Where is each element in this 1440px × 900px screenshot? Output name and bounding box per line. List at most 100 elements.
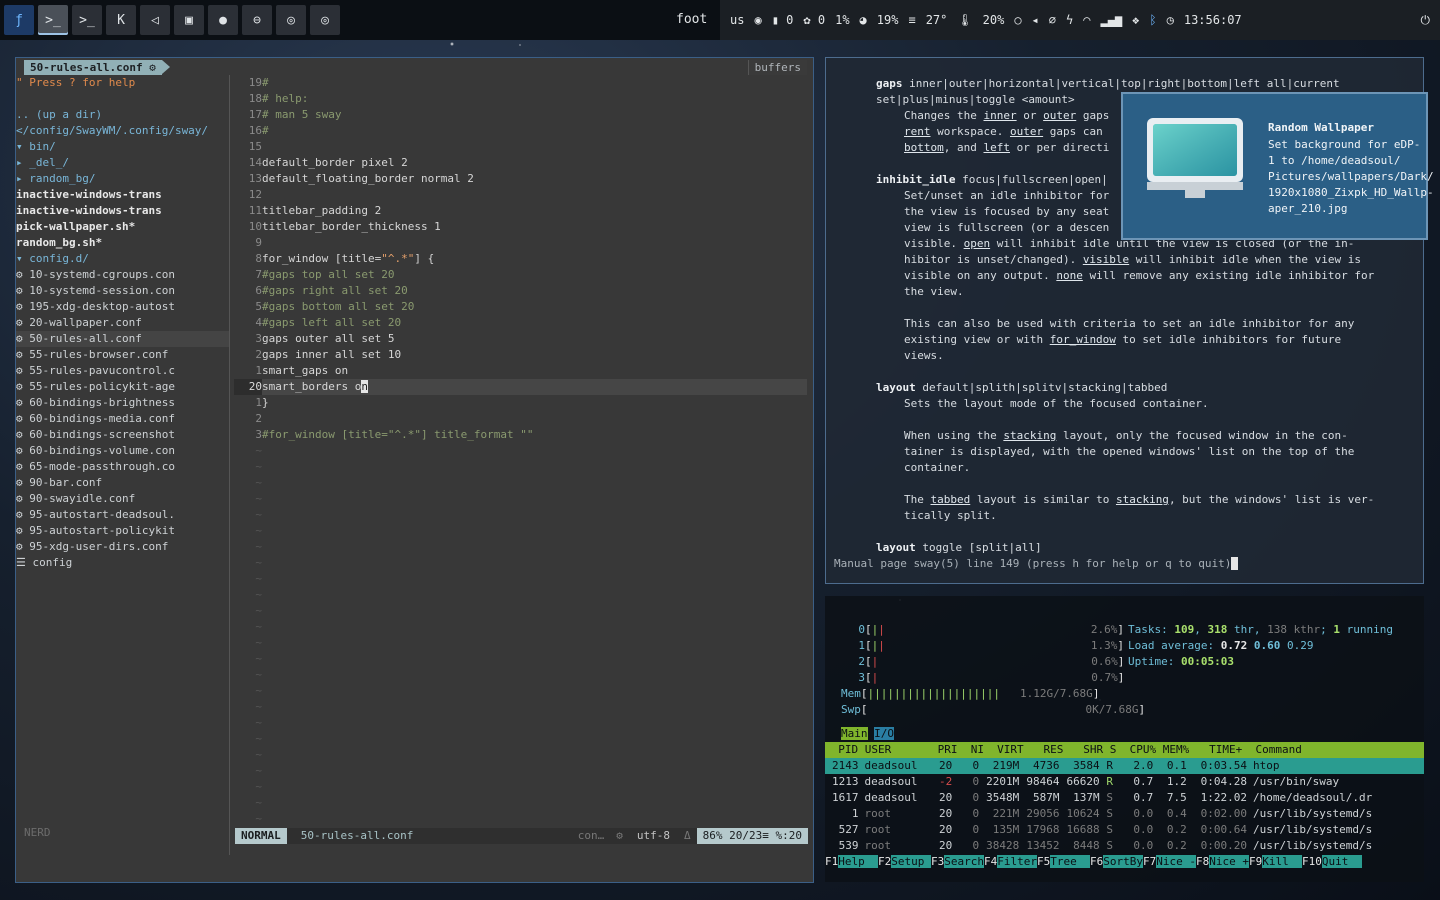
code-line[interactable]: #gaps top all set 20 — [262, 267, 807, 283]
tree-item[interactable]: ⚙ 90-bar.conf — [16, 475, 229, 491]
volume-icon[interactable]: ◂ — [1032, 13, 1039, 27]
tree-item[interactable]: ⚙ 195-xdg-desktop-autost — [16, 299, 229, 315]
fkey-action[interactable]: Search — [944, 855, 984, 868]
terminal-workspace-2-button[interactable]: >_ — [72, 5, 102, 35]
mic-muted-icon[interactable]: ⌀ — [1049, 13, 1056, 27]
messages-workspace-button[interactable]: ⊖ — [242, 5, 272, 35]
buffer-tab[interactable]: 50-rules-all.conf ⚙ — [24, 60, 170, 75]
code-line[interactable]: smart_borders on — [262, 379, 807, 395]
tree-item[interactable]: random_bg.sh* — [16, 235, 229, 251]
vscode-workspace-button[interactable]: ◁ — [140, 5, 170, 35]
tree-item[interactable]: ⚙ 10-systemd-cgroups.con — [16, 267, 229, 283]
power-icon[interactable]: ⏻ — [1421, 13, 1431, 28]
htop-window[interactable]: 0[|| 2.6%] 1[|| 1.3%] 2[| 0.6%] 3[| 0.7%] Tasks… — [825, 596, 1424, 882]
code-area[interactable]: # # help: # man 5 sway # default_border pixe… — [262, 75, 807, 443]
tab-io[interactable]: I/O — [874, 727, 894, 740]
code-line[interactable] — [262, 187, 807, 203]
tree-help-hint: " Press ? for help — [16, 76, 136, 89]
tree-item[interactable]: ⚙ 95-xdg-user-dirs.conf — [16, 539, 229, 555]
tree-item[interactable]: .. (up a dir) — [16, 107, 229, 123]
fkey-action[interactable]: SortBy — [1103, 855, 1143, 868]
process-row[interactable]: 539 root 20 0 38428 13452 8448 S 0.0 0.2 0:00.20/u… — [825, 838, 1424, 854]
code-line[interactable] — [262, 139, 807, 155]
tree-item[interactable]: ▾ bin/ — [16, 139, 229, 155]
fkey-action[interactable]: Quit — [1321, 855, 1362, 868]
tree-item[interactable]: ▾ config.d/ — [16, 251, 229, 267]
fkey-action[interactable]: Setup — [891, 855, 931, 868]
split-divider[interactable] — [229, 75, 230, 855]
tree-item[interactable]: ▸ _del_/ — [16, 155, 229, 171]
tree-item[interactable]: ▸ random_bg/ — [16, 171, 229, 187]
code-line[interactable]: # man 5 sway — [262, 107, 807, 123]
code-line[interactable]: titlebar_padding 2 — [262, 203, 807, 219]
process-row[interactable]: 1 root 20 0 221M 29056 10624 S 0.0 0.4 0:02.00/usr… — [825, 806, 1424, 822]
fkey-action[interactable]: Help — [838, 855, 878, 868]
tree-item[interactable]: ⚙ 65-mode-passthrough.co — [16, 459, 229, 475]
fkey-action[interactable]: Nice - — [1156, 855, 1196, 868]
code-line[interactable] — [262, 411, 807, 427]
tree-item[interactable]: ⚙ 50-rules-all.conf — [16, 331, 229, 347]
fkey-action[interactable]: Filter — [997, 855, 1037, 868]
buffers-label[interactable]: buffers — [747, 60, 807, 75]
tree-item[interactable]: ⚙ 20-wallpaper.conf — [16, 315, 229, 331]
code-line[interactable]: #gaps left all set 20 — [262, 315, 807, 331]
tree-item[interactable]: ⚙ 55-rules-browser.conf — [16, 347, 229, 363]
chrome-workspace-2-button[interactable]: ◎ — [310, 5, 340, 35]
code-line[interactable]: #for_window [title="^.*"] title_format "… — [262, 427, 807, 443]
tree-item[interactable]: inactive-windows-trans — [16, 187, 229, 203]
tree-item[interactable]: ☰ config — [16, 555, 229, 571]
keyboard-layout[interactable]: us — [730, 13, 744, 27]
tree-item[interactable]: inactive-windows-trans — [16, 203, 229, 219]
code-line[interactable]: gaps outer all set 5 — [262, 331, 807, 347]
code-line[interactable]: for_window [title="^.*"] { — [262, 251, 807, 267]
kitty-workspace-button[interactable]: K — [106, 5, 136, 35]
code-line[interactable]: } — [262, 395, 807, 411]
tree-item[interactable] — [16, 91, 229, 107]
tree-item[interactable]: ⚙ 60-bindings-volume.con — [16, 443, 229, 459]
fedora-logo-icon[interactable]: ƒ — [4, 5, 34, 35]
code-line[interactable]: #gaps right all set 20 — [262, 283, 807, 299]
code-line[interactable]: smart_gaps on — [262, 363, 807, 379]
code-line[interactable]: # help: — [262, 91, 807, 107]
process-table-header[interactable]: PID USER PRI NI VIRT RES SHR S CPU% MEM%… — [825, 742, 1424, 758]
tree-item[interactable]: ⚙ 55-rules-policykit-age — [16, 379, 229, 395]
code-line[interactable]: default_floating_border normal 2 — [262, 171, 807, 187]
image-viewer-workspace-button[interactable]: ▣ — [174, 5, 204, 35]
code-line[interactable]: gaps inner all set 10 — [262, 347, 807, 363]
code-line[interactable] — [262, 235, 807, 251]
code-line[interactable]: titlebar_border_thickness 1 — [262, 219, 807, 235]
process-row[interactable]: 527 root 20 0 135M 17968 16688 S 0.0 0.2 0:00.64/u… — [825, 822, 1424, 838]
fkey-action[interactable]: Tree — [1050, 855, 1090, 868]
clock[interactable]: 13:56:07 — [1184, 13, 1242, 27]
editor-window[interactable]: 50-rules-all.conf ⚙ buffers " Press ? fo… — [15, 57, 814, 883]
terminal-workspace-1-button[interactable]: >_ — [38, 5, 68, 35]
bluetooth-icon[interactable]: ᛒ — [1149, 13, 1156, 27]
tree-item[interactable]: pick-wallpaper.sh* — [16, 219, 229, 235]
process-row[interactable]: 1617 deadsoul 20 0 3548M 587M 137M S 0.7 7.5 1:22.… — [825, 790, 1424, 806]
code-line[interactable]: # — [262, 75, 807, 91]
fkey-action[interactable]: Kill — [1262, 855, 1302, 868]
dropbox-icon[interactable]: ❖ — [1132, 13, 1139, 27]
code-line[interactable]: default_border pixel 2 — [262, 155, 807, 171]
tree-item[interactable]: ⚙ 60-bindings-media.conf — [16, 411, 229, 427]
chrome-workspace-1-button[interactable]: ◎ — [276, 5, 306, 35]
tree-item[interactable]: ⚙ 90-swayidle.conf — [16, 491, 229, 507]
process-row[interactable]: 2143 deadsoul 20 0 219M 4736 3584 R 2.0 0.1 0:03.5… — [825, 758, 1424, 774]
wifi-icon[interactable]: ◠ — [1083, 13, 1090, 27]
code-line[interactable]: #gaps bottom all set 20 — [262, 299, 807, 315]
tree-item[interactable]: ⚙ 60-bindings-screenshot — [16, 427, 229, 443]
tree-item[interactable]: ⚙ 95-autostart-policykit — [16, 523, 229, 539]
tree-item[interactable]: ⚙ 55-rules-pavucontrol.c — [16, 363, 229, 379]
tab-main[interactable]: Main — [841, 727, 868, 740]
process-row[interactable]: 1213 deadsoul -2 0 2201M 98464 66620 R 0.7 1.2 0:0… — [825, 774, 1424, 790]
fkey-action[interactable]: Nice + — [1209, 855, 1249, 868]
tree-item[interactable]: ⚙ 60-bindings-brightness — [16, 395, 229, 411]
clipboard-indicator[interactable]: ▮ 0 — [772, 13, 794, 27]
tree-item[interactable]: ⚙ 10-systemd-session.con — [16, 283, 229, 299]
tree-item[interactable]: </config/SwayWM/.config/sway/ — [16, 123, 229, 139]
notification-popup[interactable]: Random Wallpaper Set background for eDP-… — [1121, 92, 1434, 240]
file-tree[interactable]: " Press ? for help .. (up a dir) </config… — [16, 75, 229, 835]
code-line[interactable]: # — [262, 123, 807, 139]
tree-item[interactable]: ⚙ 95-autostart-deadsoul. — [16, 507, 229, 523]
chat-workspace-button[interactable]: ● — [208, 5, 238, 35]
